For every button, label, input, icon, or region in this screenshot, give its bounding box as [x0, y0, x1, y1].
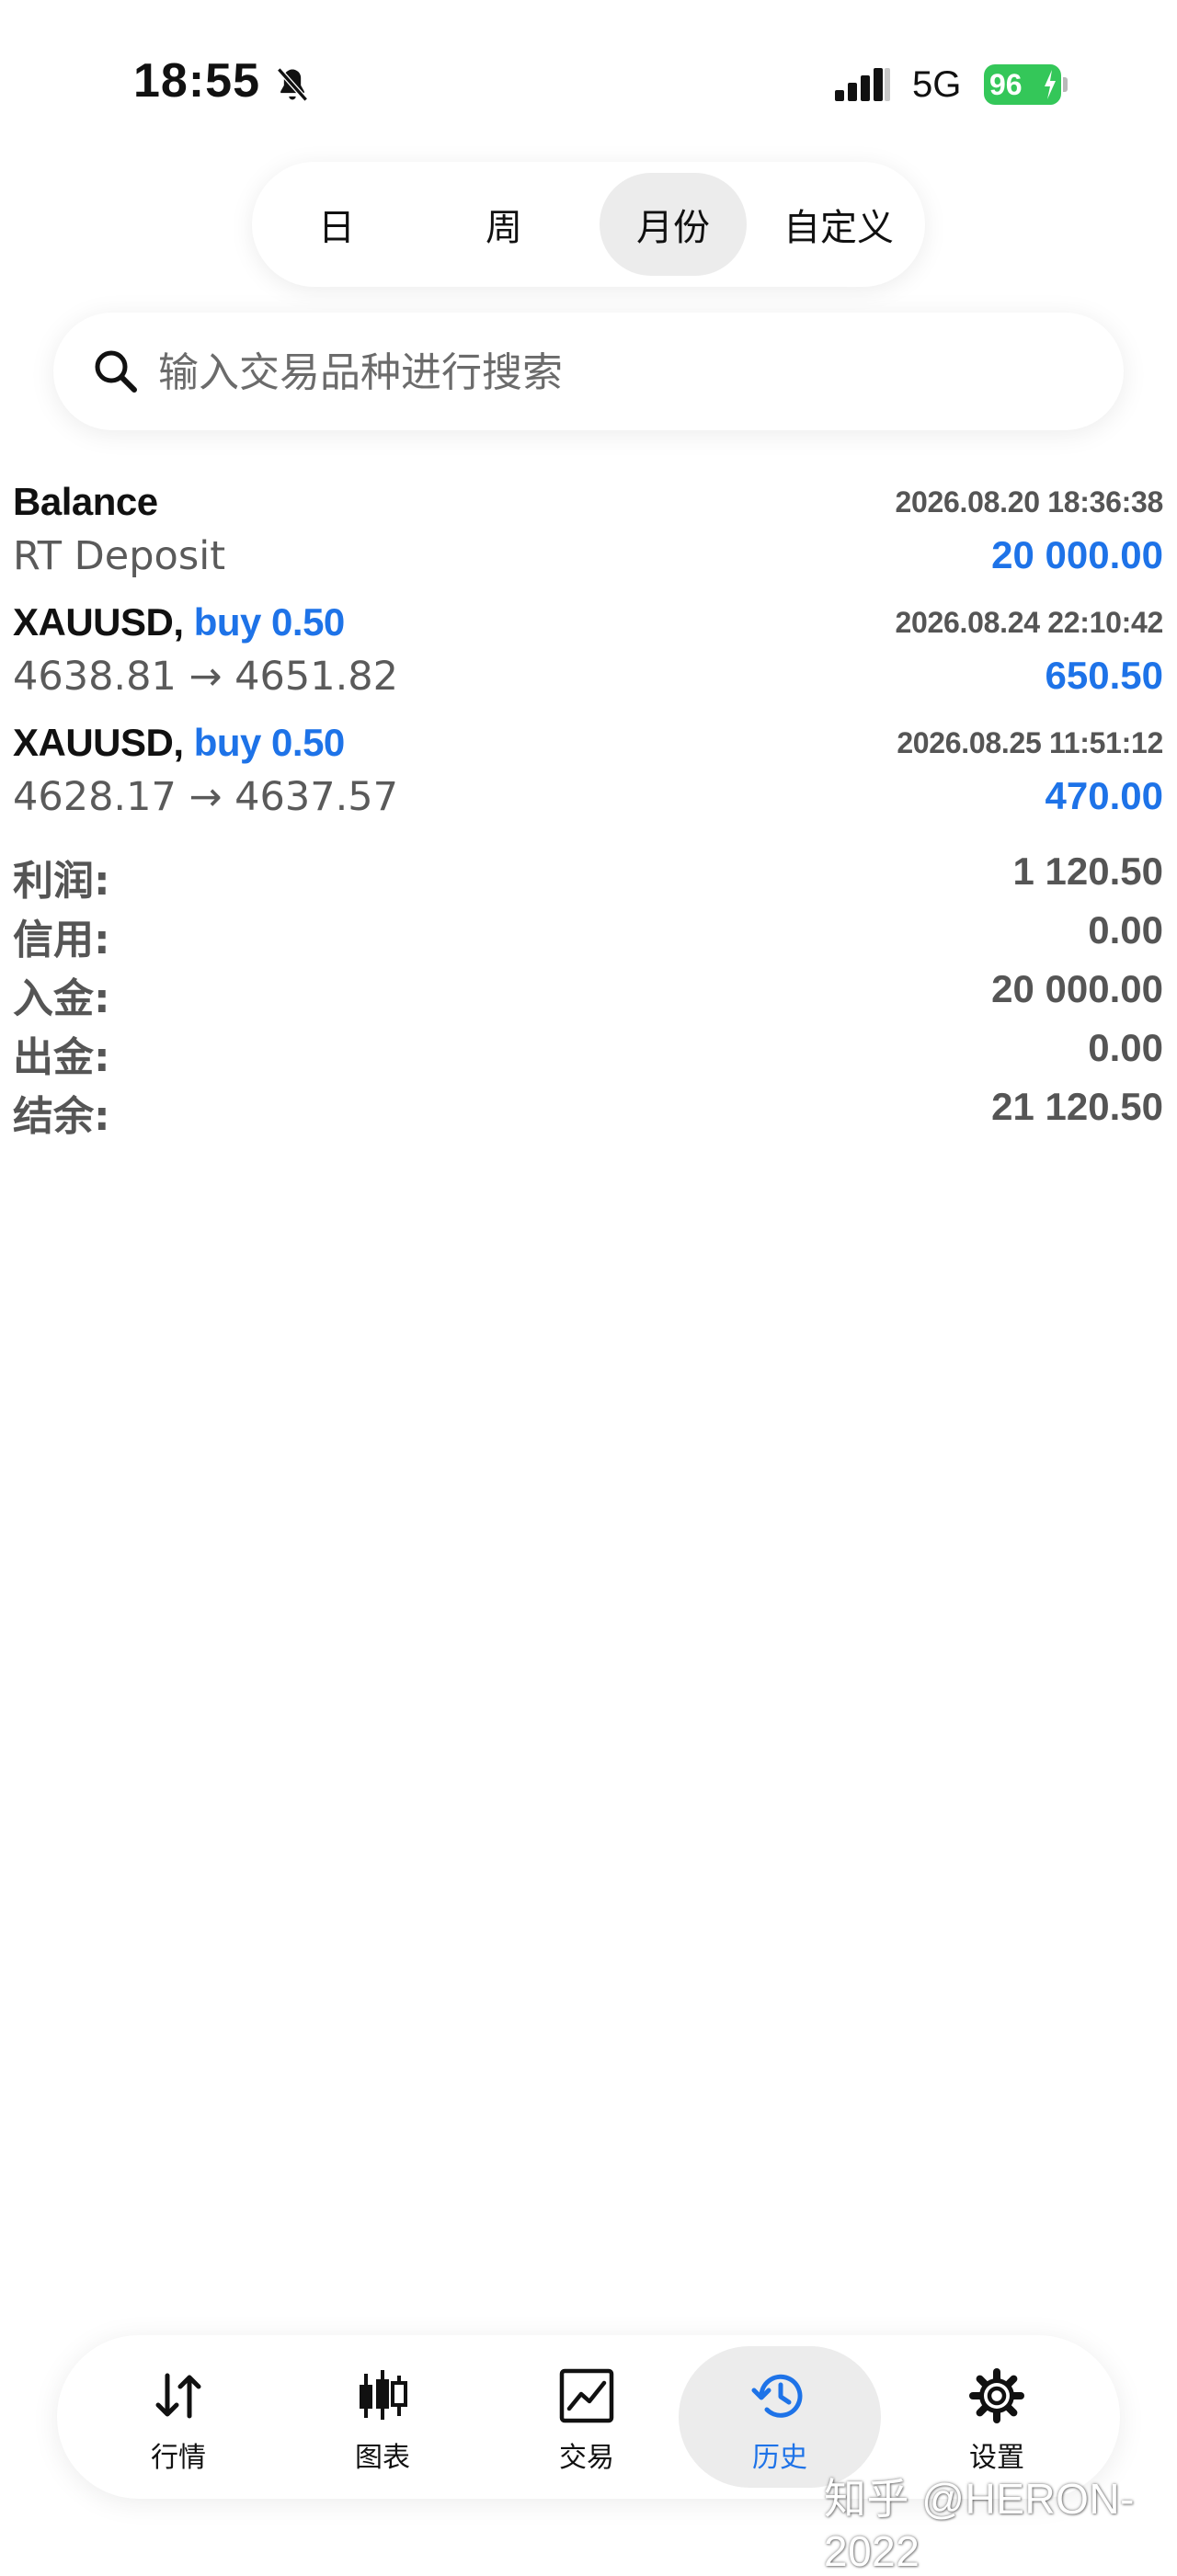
deal-prices: 4638.81 → 4651.82: [13, 654, 398, 700]
deal-title: XAUUSD, buy 0.50: [13, 600, 345, 644]
deal-time: 2026.08.24 22:10:42: [895, 606, 1164, 639]
tab-month[interactable]: 月份: [600, 173, 747, 276]
trade-chart-icon: [559, 2368, 614, 2423]
nav-label: 行情: [151, 2442, 206, 2474]
nav-label: 图表: [355, 2442, 410, 2474]
deal-title: Balance: [13, 480, 158, 524]
battery-cap: [1063, 77, 1068, 92]
summary-label: 信用:: [13, 917, 110, 963]
network-type: 5G: [912, 64, 962, 105]
tab-custom[interactable]: 自定义: [765, 173, 912, 276]
deal-amount: 20 000.00: [991, 533, 1163, 576]
nav-trade[interactable]: 交易: [486, 2346, 688, 2488]
summary-row-balance: 结余: 21 120.50: [0, 1079, 1177, 1140]
search-icon: [95, 350, 137, 393]
gear-icon: [969, 2368, 1024, 2423]
deal-time: 2026.08.20 18:36:38: [895, 485, 1164, 519]
deal-prices: 4628.17 → 4637.57: [13, 774, 398, 820]
summary-row-profit: 利润: 1 120.50: [0, 844, 1177, 905]
deal-row[interactable]: Balance 2026.08.20 18:36:38 RT Deposit 2…: [0, 469, 1177, 589]
deal-side: buy 0.50: [193, 721, 346, 764]
summary-value: 20 000.00: [991, 967, 1163, 1010]
period-selector: 日 周 月份 自定义: [252, 162, 925, 287]
deal-symbol: Balance: [13, 480, 158, 523]
deal-symbol: XAUUSD,: [13, 600, 184, 644]
summary-value: 0.00: [1088, 908, 1163, 952]
summary-label: 结余:: [13, 1093, 110, 1140]
deal-description: RT Deposit: [13, 533, 226, 579]
watermark: 知乎 @HERON-2022: [824, 2475, 1135, 2575]
summary-value: 21 120.50: [991, 1085, 1163, 1128]
history-clock-icon: [751, 2374, 803, 2418]
deal-side: buy 0.50: [193, 600, 346, 644]
search-bar[interactable]: [53, 313, 1124, 430]
summary-row-withdrawal: 出金: 0.00: [0, 1020, 1177, 1081]
summary-label: 入金:: [13, 975, 110, 1022]
nav-quotes[interactable]: 行情: [77, 2346, 280, 2488]
summary-value: 0.00: [1088, 1026, 1163, 1069]
bolt-icon: [1045, 70, 1056, 99]
search-input[interactable]: [156, 336, 1089, 408]
deal-row[interactable]: XAUUSD, buy 0.50 2026.08.24 22:10:42 463…: [0, 589, 1177, 710]
battery-charging-icon: 96: [984, 64, 1061, 105]
summary-section: 利润: 1 120.50 信用: 0.00 入金: 20 000.00 出金: …: [0, 844, 1177, 1140]
nav-chart[interactable]: 图表: [281, 2346, 484, 2488]
deal-profit: 470.00: [1045, 774, 1163, 817]
status-bar: 18:55 5G 96: [0, 0, 1177, 147]
tab-day[interactable]: 日: [263, 173, 410, 276]
battery-level: 96: [989, 67, 1023, 101]
candlestick-chart-icon: [360, 2370, 407, 2420]
deal-symbol: XAUUSD,: [13, 721, 184, 764]
summary-value: 1 120.50: [1012, 849, 1164, 893]
signal-icon: [835, 68, 890, 101]
history-list: Balance 2026.08.20 18:36:38 RT Deposit 2…: [0, 469, 1177, 830]
summary-row-deposit: 入金: 20 000.00: [0, 962, 1177, 1022]
nav-label: 交易: [559, 2442, 614, 2474]
summary-label: 利润:: [13, 858, 110, 905]
deal-row[interactable]: XAUUSD, buy 0.50 2026.08.25 11:51:12 462…: [0, 710, 1177, 830]
deal-title: XAUUSD, buy 0.50: [13, 721, 345, 765]
summary-label: 出金:: [13, 1034, 110, 1081]
summary-row-credit: 信用: 0.00: [0, 903, 1177, 963]
bell-muted-icon: [277, 67, 308, 102]
deal-profit: 650.50: [1045, 654, 1163, 697]
status-time: 18:55: [133, 54, 260, 108]
quotes-arrows-icon: [155, 2373, 201, 2419]
deal-time: 2026.08.25 11:51:12: [897, 726, 1163, 759]
tab-week[interactable]: 周: [430, 173, 577, 276]
